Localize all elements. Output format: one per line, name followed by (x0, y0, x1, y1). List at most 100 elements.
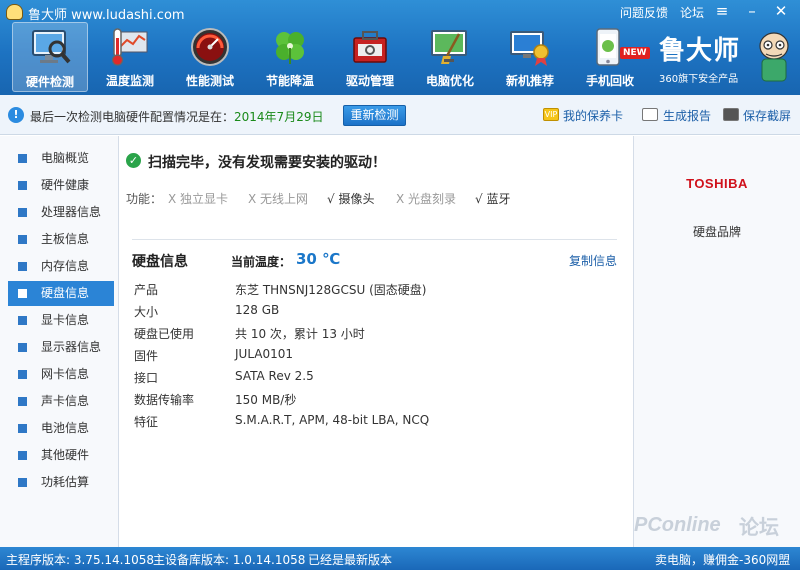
function-wireless: X 无线上网 (248, 192, 309, 206)
sidebar-item[interactable]: 电池信息 (8, 416, 114, 441)
device-db-version: 主设备库版本: 1.0.14.1058 (153, 553, 306, 567)
sidebar-item-label: 硬盘信息 (41, 286, 90, 300)
temperature-value: 30 ℃ (296, 250, 341, 268)
info-row-label: 接口 (134, 371, 159, 385)
info-row-value: SATA Rev 2.5 (235, 369, 314, 383)
sidebar-item-label: 声卡信息 (41, 394, 90, 408)
monitor-magnifier-icon (32, 30, 71, 64)
app-logo-icon (6, 4, 23, 20)
info-row-label: 特征 (134, 415, 159, 429)
status-bar: 主程序版本: 3.75.14.1058 主设备库版本: 1.0.14.1058 … (0, 547, 800, 570)
sidebar-item[interactable]: 网卡信息 (8, 362, 114, 387)
nav-energy-saving[interactable]: 节能降温 (252, 22, 328, 92)
close-icon[interactable]: ✕ (770, 2, 792, 20)
copy-info-link[interactable]: 复制信息 (569, 252, 617, 269)
info-row-value: 128 GB (235, 303, 280, 317)
sidebar-item[interactable]: 内存信息 (8, 254, 114, 279)
square-bullet-icon (18, 316, 27, 325)
square-bullet-icon (18, 181, 27, 190)
nav-temperature[interactable]: 温度监测 (92, 22, 168, 92)
nav-label: 硬件检测 (25, 75, 74, 89)
vip-card-icon: VIP (543, 108, 559, 121)
minimize-icon[interactable]: – (741, 2, 763, 20)
sidebar-item[interactable]: 主板信息 (8, 227, 114, 252)
divider (132, 239, 617, 240)
warranty-card-link[interactable]: 我的保养卡 (563, 107, 623, 124)
brand-area: 鲁大师 360旗下安全产品 (657, 28, 797, 88)
last-check-text: 最后一次检测电脑硬件配置情况是在：2014年7月29日 (30, 108, 323, 125)
nav-new-pc[interactable]: 新机推荐 (492, 22, 568, 92)
nav-label: 新机推荐 (505, 74, 554, 88)
last-check-date: 2014年7月29日 (234, 110, 324, 124)
camera-icon (723, 108, 739, 121)
last-check-label: 最后一次检测电脑硬件配置情况是在： (30, 110, 235, 124)
nav-label: 性能测试 (185, 74, 234, 88)
sidebar-item-label: 电脑概览 (41, 151, 90, 165)
clover-leaf-icon (276, 32, 304, 64)
generate-report-link[interactable]: 生成报告 (663, 107, 711, 124)
update-status: 已经是最新版本 (308, 553, 393, 567)
sidebar-item-label: 其他硬件 (41, 448, 90, 462)
feedback-link[interactable]: 问题反馈 (620, 4, 668, 21)
info-row-label: 数据传输率 (134, 393, 195, 407)
nav-optimize[interactable]: 电脑优化 (412, 22, 488, 92)
toolbox-icon (353, 31, 387, 63)
sidebar-item-label: 电池信息 (41, 421, 90, 435)
brand-panel: TOSHIBA 硬盘品牌 PConline 论坛 (633, 136, 800, 547)
nav-label: 电脑优化 (425, 74, 474, 88)
watermark-text: PConline (634, 514, 721, 536)
brand-name: 鲁大师 (659, 36, 741, 66)
nav-hardware-check[interactable]: 硬件检测 (12, 22, 88, 92)
forum-link[interactable]: 论坛 (680, 4, 704, 21)
sidebar-item-label: 显示器信息 (41, 340, 102, 354)
header: 鲁大师 www.ludashi.com 问题反馈 论坛 ≡ – ✕ 硬件检测 温… (0, 0, 800, 95)
sidebar-item[interactable]: 显卡信息 (8, 308, 114, 333)
square-bullet-icon (18, 208, 27, 217)
app-title: 鲁大师 www.ludashi.com (28, 8, 185, 23)
sidebar-item-label: 内存信息 (41, 259, 90, 273)
info-row-label: 硬盘已使用 (134, 327, 195, 341)
brand-subtitle: 360旗下安全产品 (659, 74, 739, 85)
sidebar-item-label: 网卡信息 (41, 367, 90, 381)
sidebar-item[interactable]: 其他硬件 (8, 443, 114, 468)
square-bullet-icon (18, 397, 27, 406)
square-bullet-icon (18, 370, 27, 379)
menu-icon[interactable]: ≡ (711, 2, 733, 20)
toshiba-logo: TOSHIBA (686, 176, 748, 191)
function-camera: √ 摄像头 (327, 192, 375, 206)
sidebar-item[interactable]: 处理器信息 (8, 200, 114, 225)
function-disc-burning: X 光盘刻录 (396, 192, 457, 206)
sidebar-item[interactable]: 电脑概览 (8, 146, 114, 171)
broom-screen-icon (431, 30, 467, 64)
section-title: 硬盘信息 (132, 254, 188, 270)
sidebar-item[interactable]: 硬盘信息 (8, 281, 114, 306)
square-bullet-icon (18, 235, 27, 244)
save-screenshot-link[interactable]: 保存截屏 (743, 107, 791, 124)
square-bullet-icon (18, 154, 27, 163)
sidebar-item[interactable]: 硬件健康 (8, 173, 114, 198)
info-row-value: 共 10 次，累计 13 小时 (235, 327, 365, 341)
nav-label: 温度监测 (105, 74, 154, 88)
square-bullet-icon (18, 289, 27, 298)
check-circle-icon: ✓ (126, 153, 141, 168)
recheck-button[interactable]: 重新检测 (343, 105, 406, 126)
temperature-label: 当前温度： (231, 255, 292, 269)
nav-driver-management[interactable]: 驱动管理 (332, 22, 408, 92)
scan-result-title: 扫描完毕，没有发现需要安装的驱动！ (148, 155, 386, 171)
info-row-value: JULA0101 (235, 347, 294, 361)
sidebar-item[interactable]: 功耗估算 (8, 470, 114, 495)
function-bluetooth: √ 蓝牙 (475, 192, 511, 206)
report-icon (642, 108, 658, 121)
function-discrete-gpu: X 独立显卡 (168, 192, 229, 206)
sidebar-item[interactable]: 声卡信息 (8, 389, 114, 414)
sidebar-item[interactable]: 显示器信息 (8, 335, 114, 360)
square-bullet-icon (18, 343, 27, 352)
nav-label: 驱动管理 (345, 74, 394, 88)
title-bar: 鲁大师 www.ludashi.com 问题反馈 论坛 ≡ – ✕ (0, 0, 800, 24)
info-bar: ! 最后一次检测电脑硬件配置情况是在：2014年7月29日 重新检测 VIP 我… (0, 95, 800, 135)
sidebar-item-label: 主板信息 (41, 232, 90, 246)
info-row-value: 东芝 THNSNJ128GCSU (固态硬盘) (235, 283, 427, 297)
nav-label: 手机回收 (585, 74, 634, 88)
nav-performance[interactable]: 性能测试 (172, 22, 248, 92)
promo-link[interactable]: 卖电脑，赚佣金-360网盟 (655, 551, 790, 568)
